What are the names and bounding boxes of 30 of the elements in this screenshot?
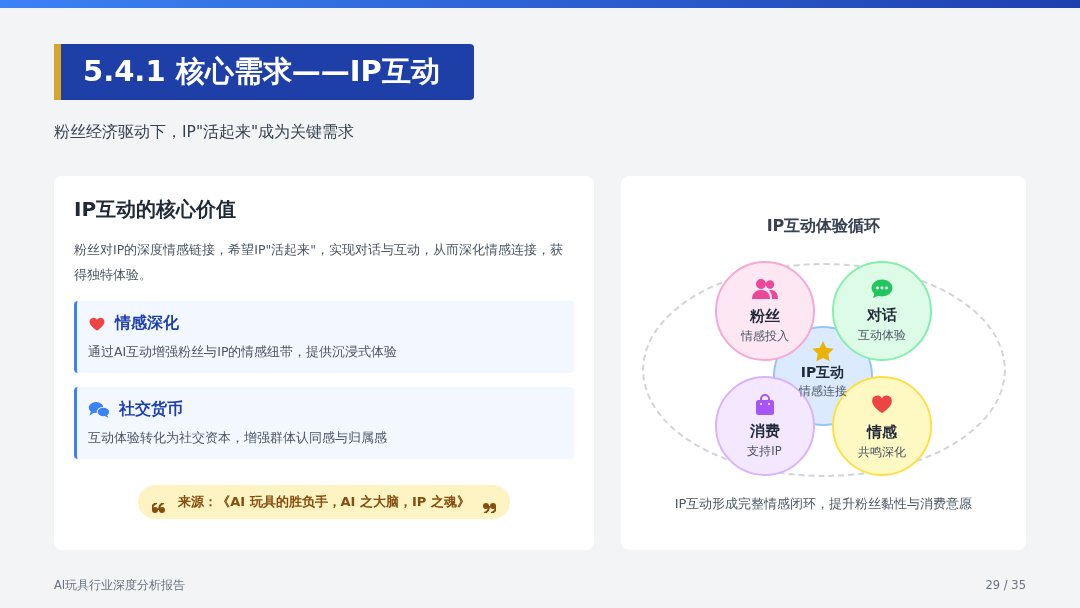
node-subtitle: 支持IP (747, 443, 782, 459)
chat-bubble-icon (870, 279, 893, 299)
node-subtitle: 情感投入 (740, 329, 789, 344)
node-label: 情感 (866, 423, 897, 442)
close-quote-icon (481, 503, 496, 513)
node-label: 对话 (866, 306, 897, 325)
intro-text: 粉丝对IP的深度情感链接，希望IP"活起来"，实现对话与互动，从而深化情感连接，获得独特体验。 (74, 241, 564, 284)
diagram-caption: IP互动形成完整情感闭环，提升粉丝黏性与消费意愿 (674, 495, 973, 513)
item-title: 情感深化 (115, 313, 179, 334)
source-text: 来源：《AI 玩具的胜负手，AI 之大脑，IP 之魂》 (178, 493, 470, 511)
report-name: AI玩具行业深度分析报告 (54, 578, 186, 593)
chat-bubbles-icon (88, 400, 110, 419)
shopping-bag-icon (755, 393, 774, 415)
diagram-title: IP互动体验循环 (766, 216, 881, 237)
slide-title: 5.4.1 核心需求——IP互动 (54, 44, 474, 100)
node-subtitle: 互动体验 (857, 328, 906, 343)
node-label: 粉丝 (749, 307, 780, 326)
node-subtitle: 共鸣深化 (857, 445, 906, 460)
star-icon (811, 341, 834, 362)
open-quote-icon (152, 503, 167, 513)
node-label: 消费 (749, 421, 780, 441)
item-text: 通过AI互动增强粉丝与IP的情感纽带，提供沉浸式体验 (88, 344, 399, 361)
item-text: 互动体验转化为社交资本，增强群体认同感与归属感 (88, 430, 388, 447)
item-title: 社交货币 (119, 399, 183, 420)
card-title: IP互动的核心价值 (74, 196, 238, 223)
center-label: IP互动 (800, 364, 845, 382)
page-number: 29 / 35 (985, 578, 1026, 593)
center-subtitle: 情感连接 (798, 384, 847, 399)
slide-subtitle: 粉丝经济驱动下，IP"活起来"成为关键需求 (54, 122, 356, 143)
people-icon (751, 278, 778, 300)
